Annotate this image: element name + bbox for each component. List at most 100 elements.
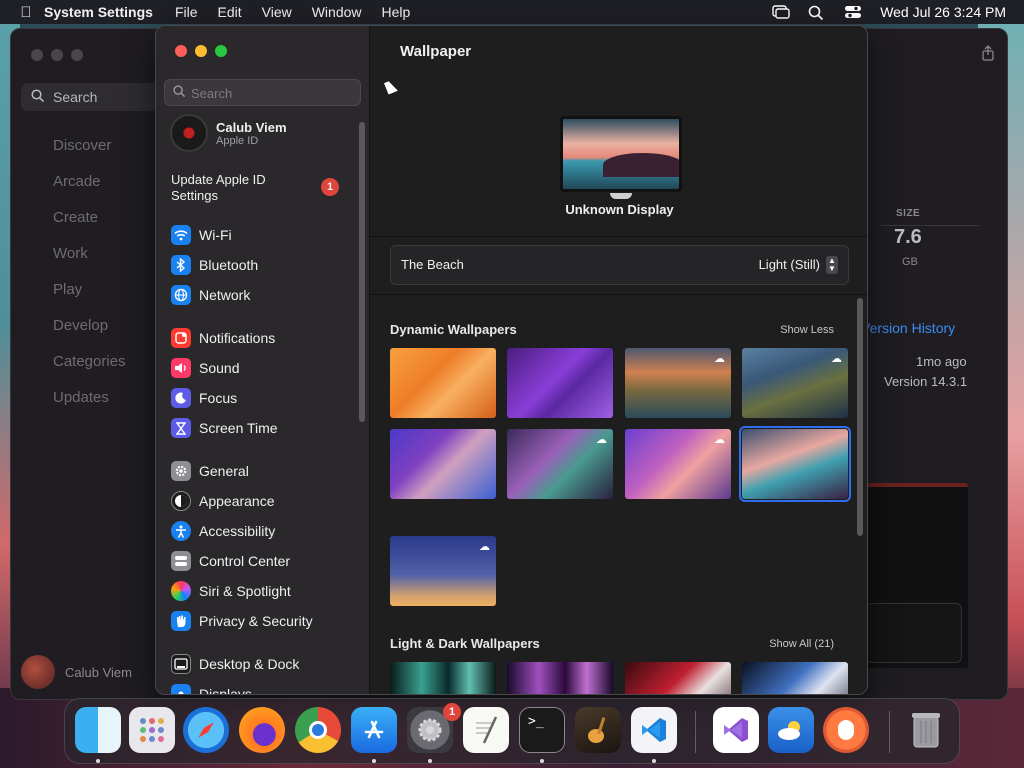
background-nav-categories[interactable]: Categories	[53, 353, 126, 389]
sidebar-item-privacy-security[interactable]: Privacy & Security	[171, 608, 313, 634]
wallpaper-thumbnail[interactable]: ☁	[507, 429, 613, 499]
sidebar-item-label: Accessibility	[199, 523, 276, 539]
background-nav-play[interactable]: Play	[53, 281, 126, 317]
background-nav-discover[interactable]: Discover	[53, 137, 126, 173]
trash-icon[interactable]	[903, 707, 949, 753]
menu-window[interactable]: Window	[312, 4, 362, 20]
sidebar-scrollbar[interactable]	[359, 122, 365, 422]
zoom-button[interactable]	[215, 45, 227, 57]
launchpad-icon[interactable]	[129, 707, 175, 753]
speaker-icon	[171, 358, 191, 378]
wallpaper-thumbnail[interactable]	[507, 662, 613, 694]
sidebar-item-screen-time[interactable]: Screen Time	[171, 415, 278, 441]
sidebar-item-siri-spotlight[interactable]: Siri & Spotlight	[171, 578, 291, 604]
close-button[interactable]	[175, 45, 187, 57]
sidebar-item-label: Sound	[199, 360, 240, 376]
sidebar-item-displays[interactable]: Displays	[171, 681, 252, 695]
app-screenshot-preview[interactable]	[860, 483, 968, 668]
sidebar-item-notifications[interactable]: Notifications	[171, 325, 275, 351]
weather-icon[interactable]	[768, 707, 814, 753]
download-icon[interactable]: ☁	[596, 433, 607, 446]
sidebar-item-label: Displays	[199, 686, 252, 695]
background-nav-work[interactable]: Work	[53, 245, 126, 281]
apple-menu-icon[interactable]: 	[8, 4, 44, 21]
download-icon[interactable]: ☁	[714, 433, 725, 446]
wallpaper-thumbnail[interactable]: ☁	[390, 536, 496, 606]
sidebar-item-label: Network	[199, 287, 251, 303]
sidebar-search-input[interactable]: Search	[164, 79, 361, 106]
download-icon[interactable]: ☁	[714, 352, 725, 365]
sidebar-item-accessibility[interactable]: Accessibility	[171, 518, 275, 544]
chevron-updown-icon[interactable]: ▲ ▼	[826, 256, 838, 274]
wallpaper-thumbnail[interactable]	[390, 429, 496, 499]
show-less-button[interactable]: Show Less	[780, 324, 834, 336]
spotlight-search-icon[interactable]	[808, 5, 826, 21]
wallpaper-thumbnail[interactable]	[390, 348, 496, 418]
version-history-link[interactable]: Version History	[861, 320, 955, 336]
sidebar-item-general[interactable]: General	[171, 458, 249, 484]
finder-icon[interactable]	[75, 707, 121, 753]
wallpaper-thumbnail[interactable]: ☁	[742, 348, 848, 418]
wallpaper-thumbnail-selected[interactable]	[739, 426, 851, 502]
sidebar-item-sound[interactable]: Sound	[171, 355, 239, 381]
page-title: Wallpaper	[400, 43, 472, 60]
background-nav-arcade[interactable]: Arcade	[53, 173, 126, 209]
garageband-icon[interactable]	[575, 707, 621, 753]
vscode-icon[interactable]	[631, 707, 677, 753]
download-icon[interactable]: ☁	[479, 540, 490, 553]
sidebar-item-wifi[interactable]: Wi-Fi	[171, 222, 232, 248]
duckduckgo-icon[interactable]	[823, 707, 869, 753]
wallpaper-thumbnail[interactable]	[390, 662, 496, 694]
dock-icon	[171, 654, 191, 674]
background-nav-develop[interactable]: Develop	[53, 317, 126, 353]
menu-clock[interactable]: Wed Jul 26 3:24 PM	[880, 4, 1006, 20]
hand-icon	[171, 611, 191, 631]
app-store-icon[interactable]	[351, 707, 397, 753]
wifi-icon	[171, 225, 191, 245]
background-window-controls	[31, 49, 83, 61]
minimize-button[interactable]	[195, 45, 207, 57]
chrome-icon[interactable]	[295, 707, 341, 753]
update-apple-id-item[interactable]: Update Apple ID Settings 1	[171, 172, 351, 204]
sidebar-item-appearance[interactable]: Appearance	[171, 488, 275, 514]
dock: 1 >_	[64, 698, 960, 764]
terminal-icon[interactable]: >_	[519, 707, 565, 753]
wallpaper-picker[interactable]: The Beach Light (Still) ▲ ▼	[390, 245, 849, 285]
wallpaper-thumbnail[interactable]	[742, 662, 848, 694]
app-menu[interactable]: System Settings	[44, 4, 153, 20]
size-label: SIZE	[896, 208, 921, 219]
menu-edit[interactable]: Edit	[218, 4, 242, 20]
menu-file[interactable]: File	[175, 4, 198, 20]
background-search-field[interactable]: Search	[21, 83, 161, 111]
running-indicator	[372, 759, 376, 763]
firefox-icon[interactable]	[239, 707, 285, 753]
sidebar-item-network[interactable]: Network	[171, 282, 250, 308]
share-icon[interactable]	[981, 45, 995, 64]
download-icon[interactable]: ☁	[831, 352, 842, 365]
sidebar-item-focus[interactable]: Focus	[171, 385, 237, 411]
textedit-icon[interactable]	[463, 707, 509, 753]
globe-icon	[171, 285, 191, 305]
menu-help[interactable]: Help	[382, 4, 411, 20]
background-nav-create[interactable]: Create	[53, 209, 126, 245]
sidebar-item-control-center[interactable]: Control Center	[171, 548, 290, 574]
apple-id-profile[interactable]: Calub Viem Apple ID	[170, 114, 287, 152]
sidebar-item-bluetooth[interactable]: Bluetooth	[171, 252, 258, 278]
safari-icon[interactable]	[183, 707, 229, 753]
appearance-mode-select[interactable]: Light (Still)	[759, 257, 820, 272]
screen-mirroring-icon[interactable]	[772, 5, 790, 19]
control-center-icon[interactable]	[844, 5, 862, 19]
avatar	[21, 655, 55, 689]
wallpaper-thumbnail[interactable]: ☁	[625, 348, 731, 418]
background-user[interactable]: Calub Viem	[21, 655, 132, 689]
background-nav-updates[interactable]: Updates	[53, 389, 126, 425]
sidebar-item-desktop-dock[interactable]: Desktop & Dock	[171, 651, 299, 677]
gallery-scrollbar[interactable]	[857, 298, 863, 536]
notification-badge: 1	[321, 178, 339, 196]
wallpaper-thumbnail[interactable]: ☁	[625, 429, 731, 499]
visual-studio-icon[interactable]	[713, 707, 759, 753]
wallpaper-thumbnail[interactable]	[507, 348, 613, 418]
menu-view[interactable]: View	[262, 4, 292, 20]
wallpaper-thumbnail[interactable]	[625, 662, 731, 694]
show-all-button[interactable]: Show All (21)	[769, 638, 834, 650]
